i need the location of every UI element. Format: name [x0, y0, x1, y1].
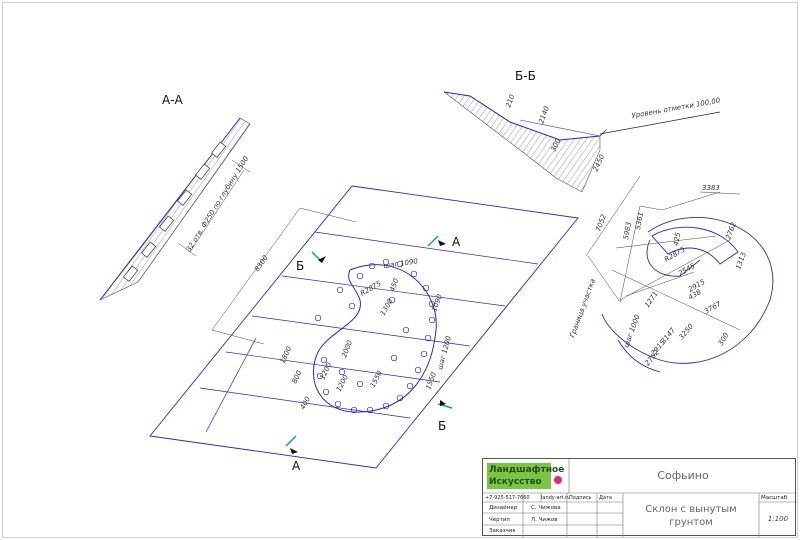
detail-d-r: R2875 [663, 245, 687, 264]
detail-d-2762: 2762 [724, 221, 738, 241]
project-name: Софьино [657, 469, 709, 482]
plan-d1: 1300 [379, 297, 395, 317]
plan-length: 8300 [253, 254, 270, 274]
marker-b-bottom: Б [437, 400, 453, 433]
phone: +7-925-517-7660 [485, 495, 530, 501]
plan-d8: 400 [299, 395, 313, 411]
title-block: Ландшафтное Искусство Софьино +7-925-517… [482, 458, 797, 537]
plan-step-side: шаг 1200 [436, 335, 453, 371]
detail-step: шаг 1000 [622, 313, 641, 349]
plan-d5: 800 [291, 369, 304, 385]
plan-d2: 1090 [430, 293, 444, 313]
logo-line-1: Ландшафтное [489, 465, 565, 475]
detail-d-1313: 1313 [734, 251, 748, 270]
drawing-sheet: А-А 32 отв. Ф250 по глубину 1500 Б-Б Уро… [0, 0, 800, 540]
marker-a-bottom: А [285, 435, 301, 473]
plan-d7: 1200 [335, 373, 351, 393]
section-aa-drawing: 32 отв. Ф250 по глубину 1500 [99, 117, 251, 301]
bb-dim-1: 210 [504, 93, 516, 109]
plan-d4: 2000 [340, 339, 354, 359]
marker-b-bottom-label: Б [438, 419, 446, 433]
logo-line-2: Искусство [489, 477, 542, 487]
detail-d-1271: 1271 [643, 290, 660, 309]
section-bb-title: Б-Б [515, 69, 536, 83]
plan-r-dim: 450 [388, 277, 400, 293]
section-bb-drawing: Уровень отметки 100,00 210 2140 300 2450 [443, 91, 721, 193]
detail-d-2545: 2545 [677, 262, 697, 278]
plan-step-top: шаг 1090 [383, 257, 419, 270]
col-date-header: Дата [599, 495, 612, 501]
scale-label: Масштаб [761, 495, 788, 501]
plan-drawing: 8300 шаг 1090 R2875 450 1300 1090 шаг 12… [149, 185, 579, 473]
detail-d-top: 3383 [702, 184, 720, 192]
marker-a-top: А [427, 235, 461, 249]
detail-d-3767: 3767 [703, 300, 723, 316]
detail-d-300: 300 [717, 331, 731, 347]
scale-value: 1:100 [767, 515, 789, 523]
marker-a-top-label: А [452, 235, 461, 249]
row1-name: С. Чижова [531, 505, 561, 511]
logo-dot [554, 476, 562, 484]
website: landy-art.ru [541, 495, 571, 501]
plan-d3: 1800 [279, 345, 294, 365]
sheet-title-2: грунтом [669, 517, 713, 528]
detail-d-3250: 3250 [677, 322, 695, 341]
row3-role: Заказчик [489, 528, 516, 534]
bb-dim-2: 2140 [537, 105, 551, 125]
sheet-title-1: Склон с вынутым [645, 504, 737, 515]
detail-border: Граница участка [568, 278, 597, 339]
marker-a-bottom-label: А [292, 459, 301, 473]
detail-d-a: 7052 [594, 213, 608, 233]
row1-role: Дизайнер [489, 505, 518, 511]
row2-name: Л. Чижов [531, 517, 558, 523]
bb-level: Уровень отметки 100,00 [631, 96, 721, 120]
plan-d9: 1550 [369, 369, 385, 389]
detail-d-c: 5361 [634, 211, 645, 230]
section-aa-title: А-А [162, 93, 184, 107]
company-logo: Ландшафтное Искусство [487, 463, 565, 489]
detail-drawing: 3383 7052 5983 5361 425 R2875 2762 1313 … [568, 175, 774, 373]
row2-role: Чертил [489, 517, 510, 523]
plan-d6: 1200 [319, 361, 334, 381]
detail-d-425: 425 [672, 231, 682, 246]
marker-b-top-label: Б [296, 259, 304, 273]
plan-d9b: 1550 [424, 371, 438, 391]
detail-d-b: 5983 [622, 221, 633, 240]
plan-radius: R2875 [359, 279, 383, 298]
col-sign-header: Подпись [569, 495, 592, 501]
marker-b-top: Б [296, 251, 326, 273]
